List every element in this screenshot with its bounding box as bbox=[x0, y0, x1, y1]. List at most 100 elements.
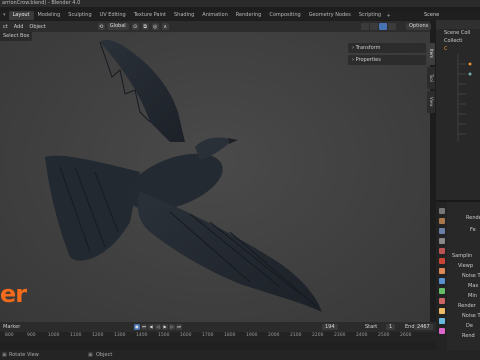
modifier-icon[interactable] bbox=[439, 278, 445, 284]
prop-sampling[interactable]: Samplin bbox=[452, 252, 472, 260]
prop-max-samples[interactable]: Max bbox=[468, 282, 478, 290]
start-frame-field[interactable]: 1 bbox=[386, 324, 396, 330]
timeline-header: Marker ● ⏮ ◀ ◁ ▶ ▷ ⏭ 194 Start 1 End 246… bbox=[0, 322, 436, 332]
tab-tool[interactable]: Tool bbox=[427, 67, 435, 89]
end-frame-field[interactable]: 2467 bbox=[414, 324, 433, 330]
status-right: Object bbox=[96, 352, 113, 358]
world-icon[interactable] bbox=[439, 258, 445, 264]
transform-panel-label: Transform bbox=[355, 45, 381, 51]
tab-sculpting[interactable]: Sculpting bbox=[64, 11, 95, 20]
transform-panel[interactable]: › Transform bbox=[348, 43, 426, 53]
head bbox=[195, 137, 232, 160]
tick-label: 1700 bbox=[202, 333, 214, 338]
tick-label: 1600 bbox=[180, 333, 192, 338]
prop-viewport[interactable]: Viewp bbox=[458, 262, 473, 270]
current-frame-field[interactable]: 194 bbox=[322, 324, 338, 330]
tool-icon[interactable] bbox=[439, 208, 445, 214]
tab-shading[interactable]: Shading bbox=[170, 11, 198, 20]
jump-start-icon[interactable]: ⏮ bbox=[141, 324, 147, 330]
select-box-mode[interactable]: Select Box bbox=[0, 32, 33, 41]
tick-label: 2600 bbox=[400, 333, 412, 338]
menu-object[interactable]: Object bbox=[26, 24, 48, 30]
tab-geometry-nodes[interactable]: Geometry Nodes bbox=[305, 11, 355, 20]
scene-icon[interactable] bbox=[439, 248, 445, 254]
orientation-dropdown[interactable]: Global bbox=[106, 23, 129, 30]
rendered-shading-button[interactable] bbox=[388, 23, 396, 30]
record-icon[interactable]: ● bbox=[134, 324, 140, 330]
crow-model bbox=[45, 39, 322, 312]
properties-panel[interactable]: › Properties bbox=[348, 55, 426, 65]
rewind-icon[interactable]: ◀ bbox=[148, 324, 154, 330]
prop-render[interactable]: Render bbox=[458, 302, 476, 310]
tab-rendering[interactable]: Rendering bbox=[232, 11, 266, 20]
reverse-play-icon[interactable]: ◁ bbox=[155, 324, 161, 330]
play-icon[interactable]: ▶ bbox=[162, 324, 168, 330]
prop-noise-threshold[interactable]: Noise T bbox=[462, 272, 480, 280]
add-workspace-button[interactable]: + bbox=[385, 13, 392, 19]
tick-label: 1900 bbox=[246, 333, 258, 338]
particles-icon[interactable] bbox=[439, 288, 445, 294]
render-icon[interactable] bbox=[439, 218, 445, 224]
physics-icon[interactable] bbox=[439, 298, 445, 304]
proportional-icon[interactable]: ◎ bbox=[151, 23, 159, 30]
tick-label: 900 bbox=[27, 333, 36, 338]
tab-layout[interactable]: Layout bbox=[8, 11, 34, 20]
tab-animation[interactable]: Animation bbox=[198, 11, 232, 20]
tick-label: 800 bbox=[5, 333, 14, 338]
timeline-body[interactable] bbox=[0, 342, 436, 350]
window-title: arrionCrow.blend) - Blender 4.0 bbox=[0, 0, 480, 7]
prop-noise-threshold-render[interactable]: Noise T bbox=[462, 312, 480, 320]
orientation-icon[interactable]: ⟲ bbox=[97, 23, 105, 30]
view-layer-icon[interactable] bbox=[439, 238, 445, 244]
viewport-header: ct Add Object ⟲ Global ⊙ ⧉ ◎ ∧ Options bbox=[0, 21, 432, 32]
falloff-icon[interactable]: ∧ bbox=[161, 23, 169, 30]
outliner-scene-collection[interactable]: Scene Coll bbox=[444, 30, 470, 37]
timeline-ruler[interactable]: 800 900 1000 1100 1200 1300 1400 1500 16… bbox=[0, 332, 436, 342]
3d-viewport[interactable] bbox=[0, 32, 430, 322]
material-shading-button[interactable] bbox=[379, 23, 387, 30]
prop-denoise[interactable]: De bbox=[466, 322, 473, 330]
transform-controls: ⟲ Global ⊙ ⧉ ◎ ∧ bbox=[97, 23, 169, 30]
tick-label: 2000 bbox=[268, 333, 280, 338]
tab-compositing[interactable]: Compositing bbox=[265, 11, 304, 20]
forward-icon[interactable]: ▷ bbox=[169, 324, 175, 330]
tick-label: 2500 bbox=[378, 333, 390, 338]
tick-label: 1100 bbox=[70, 333, 82, 338]
data-icon[interactable] bbox=[439, 318, 445, 324]
outliner-tree bbox=[456, 54, 480, 144]
constraints-icon[interactable] bbox=[439, 308, 445, 314]
tab-texture-paint[interactable]: Texture Paint bbox=[130, 11, 170, 20]
prop-render-subpanel[interactable]: Rend bbox=[462, 332, 475, 340]
tab-scripting[interactable]: Scripting bbox=[355, 11, 385, 20]
prop-render-engine[interactable]: Rende bbox=[466, 214, 480, 222]
prop-min-samples[interactable]: Min bbox=[468, 292, 477, 300]
output-icon[interactable] bbox=[439, 228, 445, 234]
playback-controls: ● ⏮ ◀ ◁ ▶ ▷ ⏭ bbox=[133, 324, 182, 330]
outliner-collection[interactable]: Collecti bbox=[444, 38, 463, 45]
mouse-right-icon: ▣ bbox=[88, 352, 93, 358]
material-icon[interactable] bbox=[439, 328, 445, 334]
tick-label: 2300 bbox=[334, 333, 346, 338]
tick-label: 2400 bbox=[356, 333, 368, 338]
mouse-icon: ▣ bbox=[2, 352, 7, 358]
outliner-item[interactable]: C bbox=[444, 46, 448, 53]
tab-layout-pre[interactable]: ▾ bbox=[0, 11, 9, 20]
tab-uv-editing[interactable]: UV Editing bbox=[96, 11, 130, 20]
tab-view[interactable]: View bbox=[427, 91, 435, 113]
menu-add[interactable]: Add bbox=[11, 24, 27, 30]
options-dropdown[interactable]: Options bbox=[406, 23, 432, 30]
tick-label: 1400 bbox=[136, 333, 148, 338]
prop-feature-set[interactable]: Fe bbox=[470, 226, 476, 234]
jump-end-icon[interactable]: ⏭ bbox=[176, 324, 182, 330]
tab-modeling[interactable]: Modeling bbox=[34, 11, 65, 20]
tab-item[interactable]: Item bbox=[427, 43, 435, 65]
wireframe-shading-button[interactable] bbox=[361, 23, 369, 30]
solid-shading-button[interactable] bbox=[370, 23, 378, 30]
marker-menu[interactable]: Marker bbox=[0, 324, 23, 330]
snap-icon[interactable]: ⧉ bbox=[141, 23, 149, 30]
object-icon[interactable] bbox=[439, 268, 445, 274]
pivot-icon[interactable]: ⊙ bbox=[131, 23, 139, 30]
status-left: Rotate View bbox=[9, 352, 39, 358]
tick-label: 1200 bbox=[92, 333, 104, 338]
menu-select[interactable]: ct bbox=[0, 24, 11, 30]
